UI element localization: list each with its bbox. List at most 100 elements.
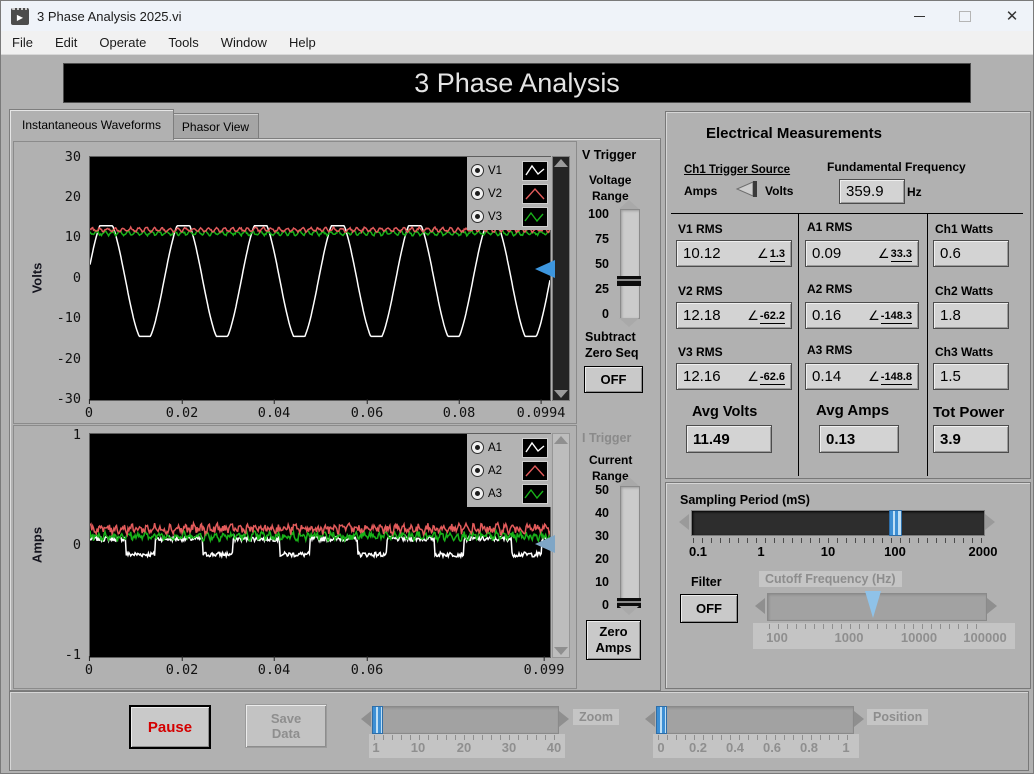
- scale-tick: 1: [757, 544, 765, 559]
- labview-vi-icon: ▶: [11, 7, 29, 25]
- radio-icon[interactable]: [471, 464, 484, 477]
- legend-item-v2[interactable]: V2: [471, 182, 551, 205]
- menu-help[interactable]: Help: [278, 33, 327, 52]
- divider: [927, 213, 928, 476]
- range-tick: 100: [588, 207, 609, 221]
- sampling-period-slider[interactable]: [691, 510, 985, 536]
- voltage-range-handle[interactable]: [617, 276, 641, 286]
- i-trigger-level-cursor[interactable]: [535, 535, 555, 553]
- v1-rms-label: V1 RMS: [678, 222, 723, 236]
- slider-down-arrow[interactable]: [619, 606, 639, 615]
- trigger-source-amps-label: Amps: [684, 184, 718, 198]
- radio-icon[interactable]: [471, 164, 484, 177]
- zero-amps-label: Amps: [595, 640, 632, 655]
- tab-phasor-view[interactable]: Phasor View: [172, 113, 259, 140]
- slider-right-arrow[interactable]: [854, 711, 864, 727]
- scale-tick: 100: [766, 630, 788, 645]
- maximize-button[interactable]: [942, 1, 988, 31]
- legend-label: V3: [488, 210, 503, 223]
- legend-item-v3[interactable]: V3: [471, 205, 551, 228]
- a1-rms-label: A1 RMS: [807, 220, 853, 234]
- rms-magnitude: 0.14: [812, 368, 842, 385]
- scroll-down-icon[interactable]: [554, 390, 568, 398]
- ch3-watts-value: 1.5: [933, 363, 1009, 390]
- slider-left-arrow[interactable]: [361, 711, 371, 727]
- slider-right-arrow[interactable]: [985, 514, 995, 530]
- ch1-watts-value: 0.6: [933, 240, 1009, 267]
- scroll-up-icon[interactable]: [554, 159, 568, 167]
- filter-off-button[interactable]: OFF: [680, 594, 738, 623]
- scale-tick: 100: [884, 544, 906, 559]
- zoom-slider[interactable]: [372, 706, 559, 734]
- scale-tick: 2000: [968, 544, 998, 559]
- menu-operate[interactable]: Operate: [88, 33, 157, 52]
- ch1-watts-label: Ch1 Watts: [935, 222, 994, 236]
- line-sample-v3[interactable]: [522, 206, 548, 227]
- legend-item-v1[interactable]: V1: [471, 159, 551, 182]
- close-button[interactable]: ✕: [989, 1, 1033, 31]
- avg-volts-label: Avg Volts: [692, 404, 758, 420]
- menu-edit[interactable]: Edit: [44, 33, 88, 52]
- scale-tick: 1000: [834, 630, 864, 645]
- y-tick: -20: [56, 351, 81, 367]
- slider-left-arrow[interactable]: [755, 598, 765, 614]
- tab-instantaneous-waveforms[interactable]: Instantaneous Waveforms: [9, 109, 174, 140]
- rms-magnitude: 12.18: [683, 307, 721, 324]
- pause-button[interactable]: Pause: [129, 705, 211, 749]
- legend-item-a3[interactable]: A3: [471, 482, 551, 505]
- menu-file[interactable]: File: [1, 33, 44, 52]
- slider-up-arrow[interactable]: [619, 200, 639, 209]
- voltage-range-label: Voltage: [589, 173, 632, 187]
- legend-item-a2[interactable]: A2: [471, 459, 551, 482]
- window-title: 3 Phase Analysis 2025.vi: [37, 8, 182, 24]
- voltage-range-slider[interactable]: [620, 209, 640, 319]
- line-sample-v1[interactable]: [522, 160, 548, 181]
- minimize-button[interactable]: [896, 1, 942, 31]
- line-sample-a3[interactable]: [522, 483, 548, 504]
- hz-unit-label: Hz: [907, 185, 922, 199]
- legend-item-a1[interactable]: A1: [471, 436, 551, 459]
- close-icon: ✕: [1005, 8, 1019, 25]
- slider-up-arrow[interactable]: [619, 477, 639, 486]
- slider-down-arrow[interactable]: [619, 318, 639, 327]
- v-trigger-level-cursor[interactable]: [535, 260, 555, 278]
- radio-icon[interactable]: [471, 187, 484, 200]
- subtract-zero-seq-off-button[interactable]: OFF: [584, 366, 643, 393]
- v-trigger-title: V Trigger: [582, 148, 637, 162]
- menu-tools[interactable]: Tools: [157, 33, 209, 52]
- menu-window[interactable]: Window: [210, 33, 278, 52]
- sampling-period-handle[interactable]: [889, 510, 902, 536]
- radio-icon[interactable]: [471, 210, 484, 223]
- scale-tick: 10: [410, 740, 426, 755]
- position-slider[interactable]: [656, 706, 854, 734]
- y-tick: 0: [72, 537, 81, 553]
- line-sample-v2[interactable]: [522, 183, 548, 204]
- angle-icon: ∠: [747, 307, 759, 323]
- line-sample-a1[interactable]: [522, 437, 548, 458]
- x-tick: 0.04: [257, 399, 291, 421]
- zoom-handle[interactable]: [372, 706, 383, 734]
- scroll-down-icon[interactable]: [554, 647, 568, 655]
- scale-tick: 0.8: [799, 740, 819, 755]
- line-sample-a2[interactable]: [522, 460, 548, 481]
- save-data-label: Save: [270, 711, 302, 726]
- range-tick: 0: [602, 598, 609, 612]
- volts-trigger-scrollbar[interactable]: [552, 156, 570, 401]
- trigger-source-toggle[interactable]: [734, 180, 760, 198]
- v2-rms-label: V2 RMS: [678, 284, 723, 298]
- current-range-slider[interactable]: [620, 486, 640, 606]
- slider-left-arrow[interactable]: [679, 514, 689, 530]
- radio-icon[interactable]: [471, 441, 484, 454]
- radio-icon[interactable]: [471, 487, 484, 500]
- cutoff-frequency-pointer[interactable]: [865, 591, 881, 618]
- slider-right-arrow[interactable]: [987, 598, 997, 614]
- amps-legend: A1 A2 A3: [467, 434, 551, 507]
- save-data-button[interactable]: Save Data: [245, 704, 327, 748]
- scroll-up-icon[interactable]: [554, 436, 568, 444]
- zero-amps-button[interactable]: Zero Amps: [586, 620, 641, 660]
- slider-left-arrow[interactable]: [645, 711, 655, 727]
- sampling-period-label: Sampling Period (mS): [680, 493, 810, 507]
- slider-right-arrow[interactable]: [559, 711, 569, 727]
- tab-label: Instantaneous Waveforms: [22, 118, 161, 132]
- position-handle[interactable]: [656, 706, 667, 734]
